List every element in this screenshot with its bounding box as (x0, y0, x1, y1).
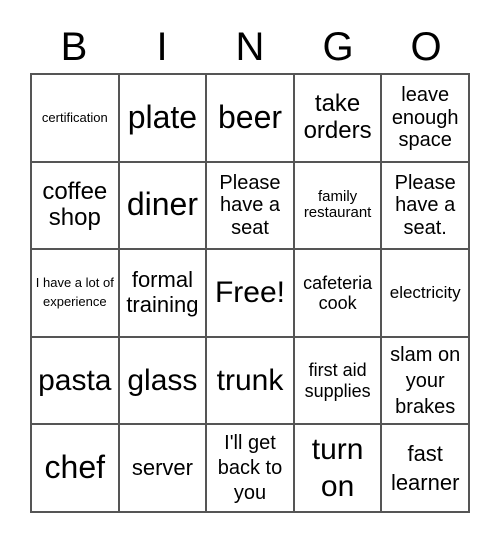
cell-text: I have a lot of experience (35, 275, 114, 309)
cell-text: leave enough space (391, 84, 459, 151)
bingo-header: B I N G O (30, 22, 470, 72)
cell-text: family restaurant (303, 187, 372, 222)
bingo-grid: certification plate beer take orders leave e… (30, 73, 470, 513)
cell-text: take orders (303, 89, 372, 144)
cell-text: diner (126, 186, 198, 223)
bingo-cell[interactable]: chef (31, 424, 119, 512)
cell-text: pasta (38, 363, 112, 397)
cell-text: trunk (216, 363, 284, 397)
bingo-cell[interactable]: pasta (31, 336, 119, 425)
free-space-cell[interactable]: Free! (206, 249, 294, 337)
cell-text: Please have a seat. (394, 171, 456, 239)
bingo-cell[interactable]: diner (118, 161, 207, 250)
cell-text: Please have a seat (219, 171, 281, 239)
header-letter-g: G (322, 25, 354, 69)
cell-text: plate (127, 98, 198, 135)
bingo-cell[interactable]: family restaurant (293, 161, 382, 250)
cell-text: fast learner (390, 440, 460, 496)
bingo-cell[interactable]: I'll get back to you (206, 424, 294, 512)
cell-text: formal training (126, 267, 199, 317)
bingo-cell[interactable]: turn on (293, 424, 382, 512)
header-letter-i: I (156, 25, 168, 69)
header-letter-b: B (60, 25, 88, 69)
cell-text: coffee shop (42, 177, 108, 232)
bingo-cell[interactable]: Please have a seat (206, 161, 294, 250)
bingo-cell[interactable]: trunk (206, 336, 294, 425)
cell-text: I'll get back to you (217, 431, 283, 504)
bingo-cell[interactable]: certification (31, 74, 119, 162)
bingo-cell[interactable]: take orders (293, 74, 382, 162)
bingo-cell[interactable]: slam on your brakes (381, 336, 469, 425)
cell-text: slam on your brakes (390, 343, 461, 418)
bingo-cell[interactable]: plate (118, 74, 207, 162)
bingo-cell[interactable]: electricity (381, 249, 469, 337)
bingo-cell[interactable]: I have a lot of experience (31, 249, 119, 337)
bingo-cell[interactable]: fast learner (381, 424, 469, 512)
bingo-cell[interactable]: first aid supplies (293, 336, 382, 425)
cell-text: beer (217, 98, 283, 135)
cell-text: certification (41, 109, 108, 125)
bingo-cell[interactable]: leave enough space (381, 74, 469, 162)
cell-text: cafeteria cook (303, 272, 373, 313)
bingo-cell[interactable]: beer (206, 74, 294, 162)
bingo-cell[interactable]: Please have a seat. (381, 161, 469, 250)
header-letter-o: O (410, 25, 442, 69)
cell-text: Free! (214, 276, 285, 310)
bingo-cell[interactable]: cafeteria cook (293, 249, 382, 337)
bingo-cell[interactable]: formal training (118, 249, 207, 337)
bingo-cell[interactable]: server (118, 424, 207, 512)
cell-text: glass (127, 363, 198, 397)
cell-text: first aid supplies (304, 360, 371, 401)
cell-text: server (131, 454, 193, 480)
cell-text: chef (44, 449, 106, 486)
header-letter-n: N (235, 25, 265, 69)
cell-text: turn on (311, 432, 364, 504)
bingo-cell[interactable]: coffee shop (31, 161, 119, 250)
bingo-cell[interactable]: glass (118, 336, 207, 425)
cell-text: electricity (389, 283, 461, 303)
